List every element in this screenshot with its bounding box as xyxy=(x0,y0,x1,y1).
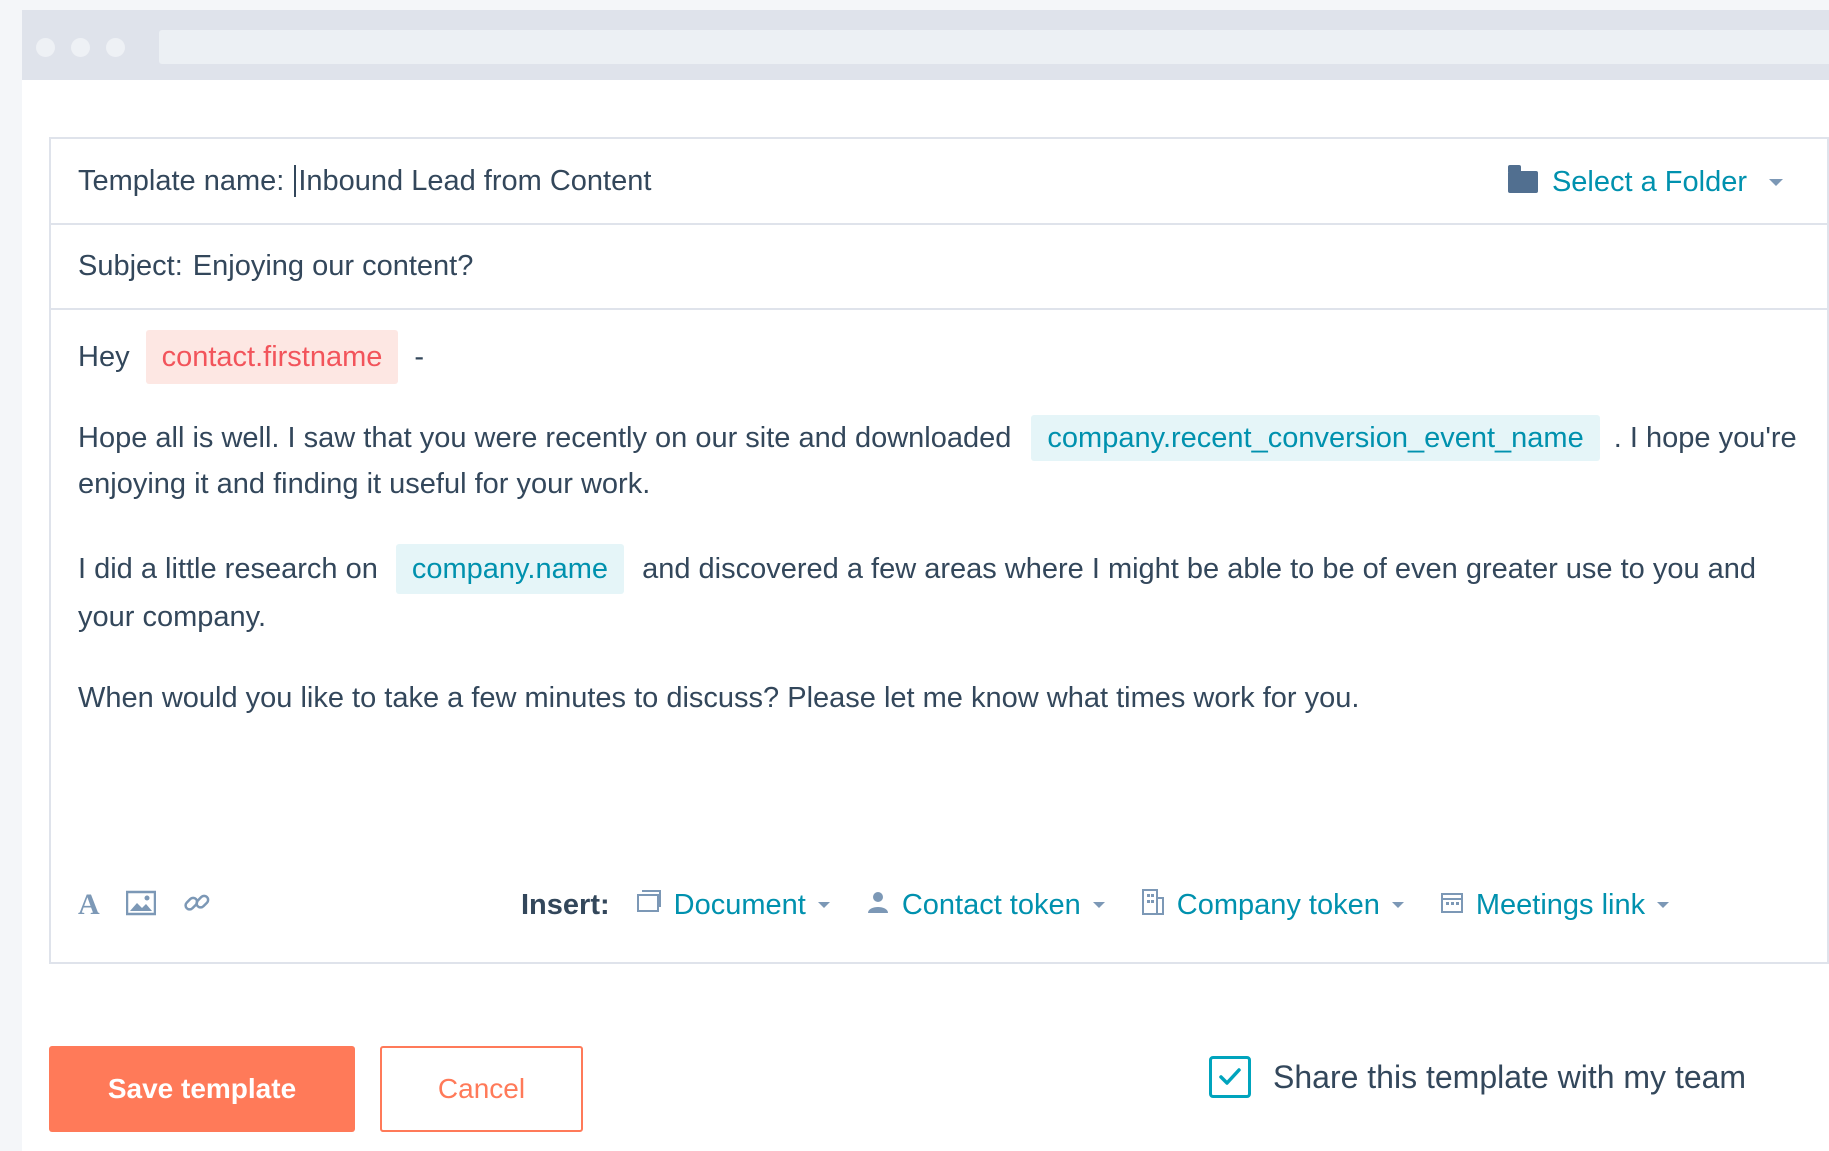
company-token-label: Company token xyxy=(1176,888,1380,921)
footer-actions: Save template Cancel Share this template… xyxy=(49,1046,1819,1136)
chevron-down-icon xyxy=(1657,902,1670,908)
building-icon xyxy=(1141,888,1165,922)
template-name-input[interactable]: Inbound Lead from Content xyxy=(298,165,651,198)
insert-meetings-link-dropdown[interactable]: Meetings link xyxy=(1440,888,1670,922)
folder-icon xyxy=(1507,165,1538,193)
title-bar xyxy=(22,10,1829,80)
p1-start-text: Hope all is well. I saw that you were re… xyxy=(78,422,1012,454)
template-editor: Template name: Inbound Lead from Content… xyxy=(49,137,1829,964)
format-tools: A xyxy=(78,888,212,923)
image-icon[interactable] xyxy=(125,890,156,921)
conversion-event-token[interactable]: company.recent_conversion_event_name xyxy=(1031,415,1600,461)
share-with-team-option[interactable]: Share this template with my team xyxy=(1209,1056,1746,1098)
link-icon[interactable] xyxy=(182,888,212,923)
subject-row: Subject: Enjoying our content? xyxy=(51,225,1827,310)
select-folder-label: Select a Folder xyxy=(1551,165,1747,198)
p2-start-text: I did a little research on xyxy=(78,553,378,585)
text-format-icon[interactable]: A xyxy=(78,888,100,922)
address-bar[interactable] xyxy=(159,30,1829,64)
editor-toolbar: A Insert: Document Contact token Company… xyxy=(51,865,1827,945)
close-dot[interactable] xyxy=(36,38,55,57)
share-label: Share this template with my team xyxy=(1273,1058,1747,1095)
contact-token-label: Contact token xyxy=(901,888,1081,921)
minimize-dot[interactable] xyxy=(71,38,90,57)
chevron-down-icon xyxy=(1391,902,1404,908)
greeting-text: Hey xyxy=(78,341,130,373)
window-controls xyxy=(36,38,125,57)
meetings-link-label: Meetings link xyxy=(1475,888,1646,921)
text-cursor xyxy=(294,165,297,197)
select-folder-dropdown[interactable]: Select a Folder xyxy=(1507,139,1783,225)
insert-contact-token-dropdown[interactable]: Contact token xyxy=(866,889,1105,922)
greeting-line: Hey contact.firstname - xyxy=(78,330,424,384)
browser-window: Template name: Inbound Lead from Content… xyxy=(22,10,1829,1151)
chevron-down-icon xyxy=(817,902,830,908)
company-name-token[interactable]: company.name xyxy=(395,544,625,594)
cancel-button[interactable]: Cancel xyxy=(380,1046,583,1132)
insert-document-dropdown[interactable]: Document xyxy=(636,889,830,922)
share-checkbox[interactable] xyxy=(1209,1056,1251,1098)
template-name-label: Template name: xyxy=(78,164,285,197)
save-template-button[interactable]: Save template xyxy=(49,1046,355,1132)
template-name-row: Template name: Inbound Lead from Content… xyxy=(51,139,1827,225)
subject-input[interactable]: Enjoying our content? xyxy=(193,250,474,283)
document-label: Document xyxy=(673,888,806,921)
contact-firstname-token[interactable]: contact.firstname xyxy=(145,330,399,384)
insert-menu: Insert: Document Contact token Company t… xyxy=(521,888,1705,922)
person-icon xyxy=(866,889,890,921)
paragraph-2: I did a little research on company.name … xyxy=(78,544,1798,640)
insert-label: Insert: xyxy=(521,888,610,921)
greeting-suffix: - xyxy=(414,341,425,373)
chevron-down-icon xyxy=(1769,178,1783,186)
paragraph-3: When would you like to take a few minute… xyxy=(78,675,1798,721)
subject-label: Subject: xyxy=(78,250,183,282)
document-icon xyxy=(636,889,662,921)
maximize-dot[interactable] xyxy=(106,38,125,57)
p3-text: When would you like to take a few minute… xyxy=(78,682,1360,714)
insert-company-token-dropdown[interactable]: Company token xyxy=(1141,888,1404,922)
calendar-icon xyxy=(1440,889,1464,921)
chevron-down-icon xyxy=(1092,902,1105,908)
paragraph-1: Hope all is well. I saw that you were re… xyxy=(78,415,1798,507)
